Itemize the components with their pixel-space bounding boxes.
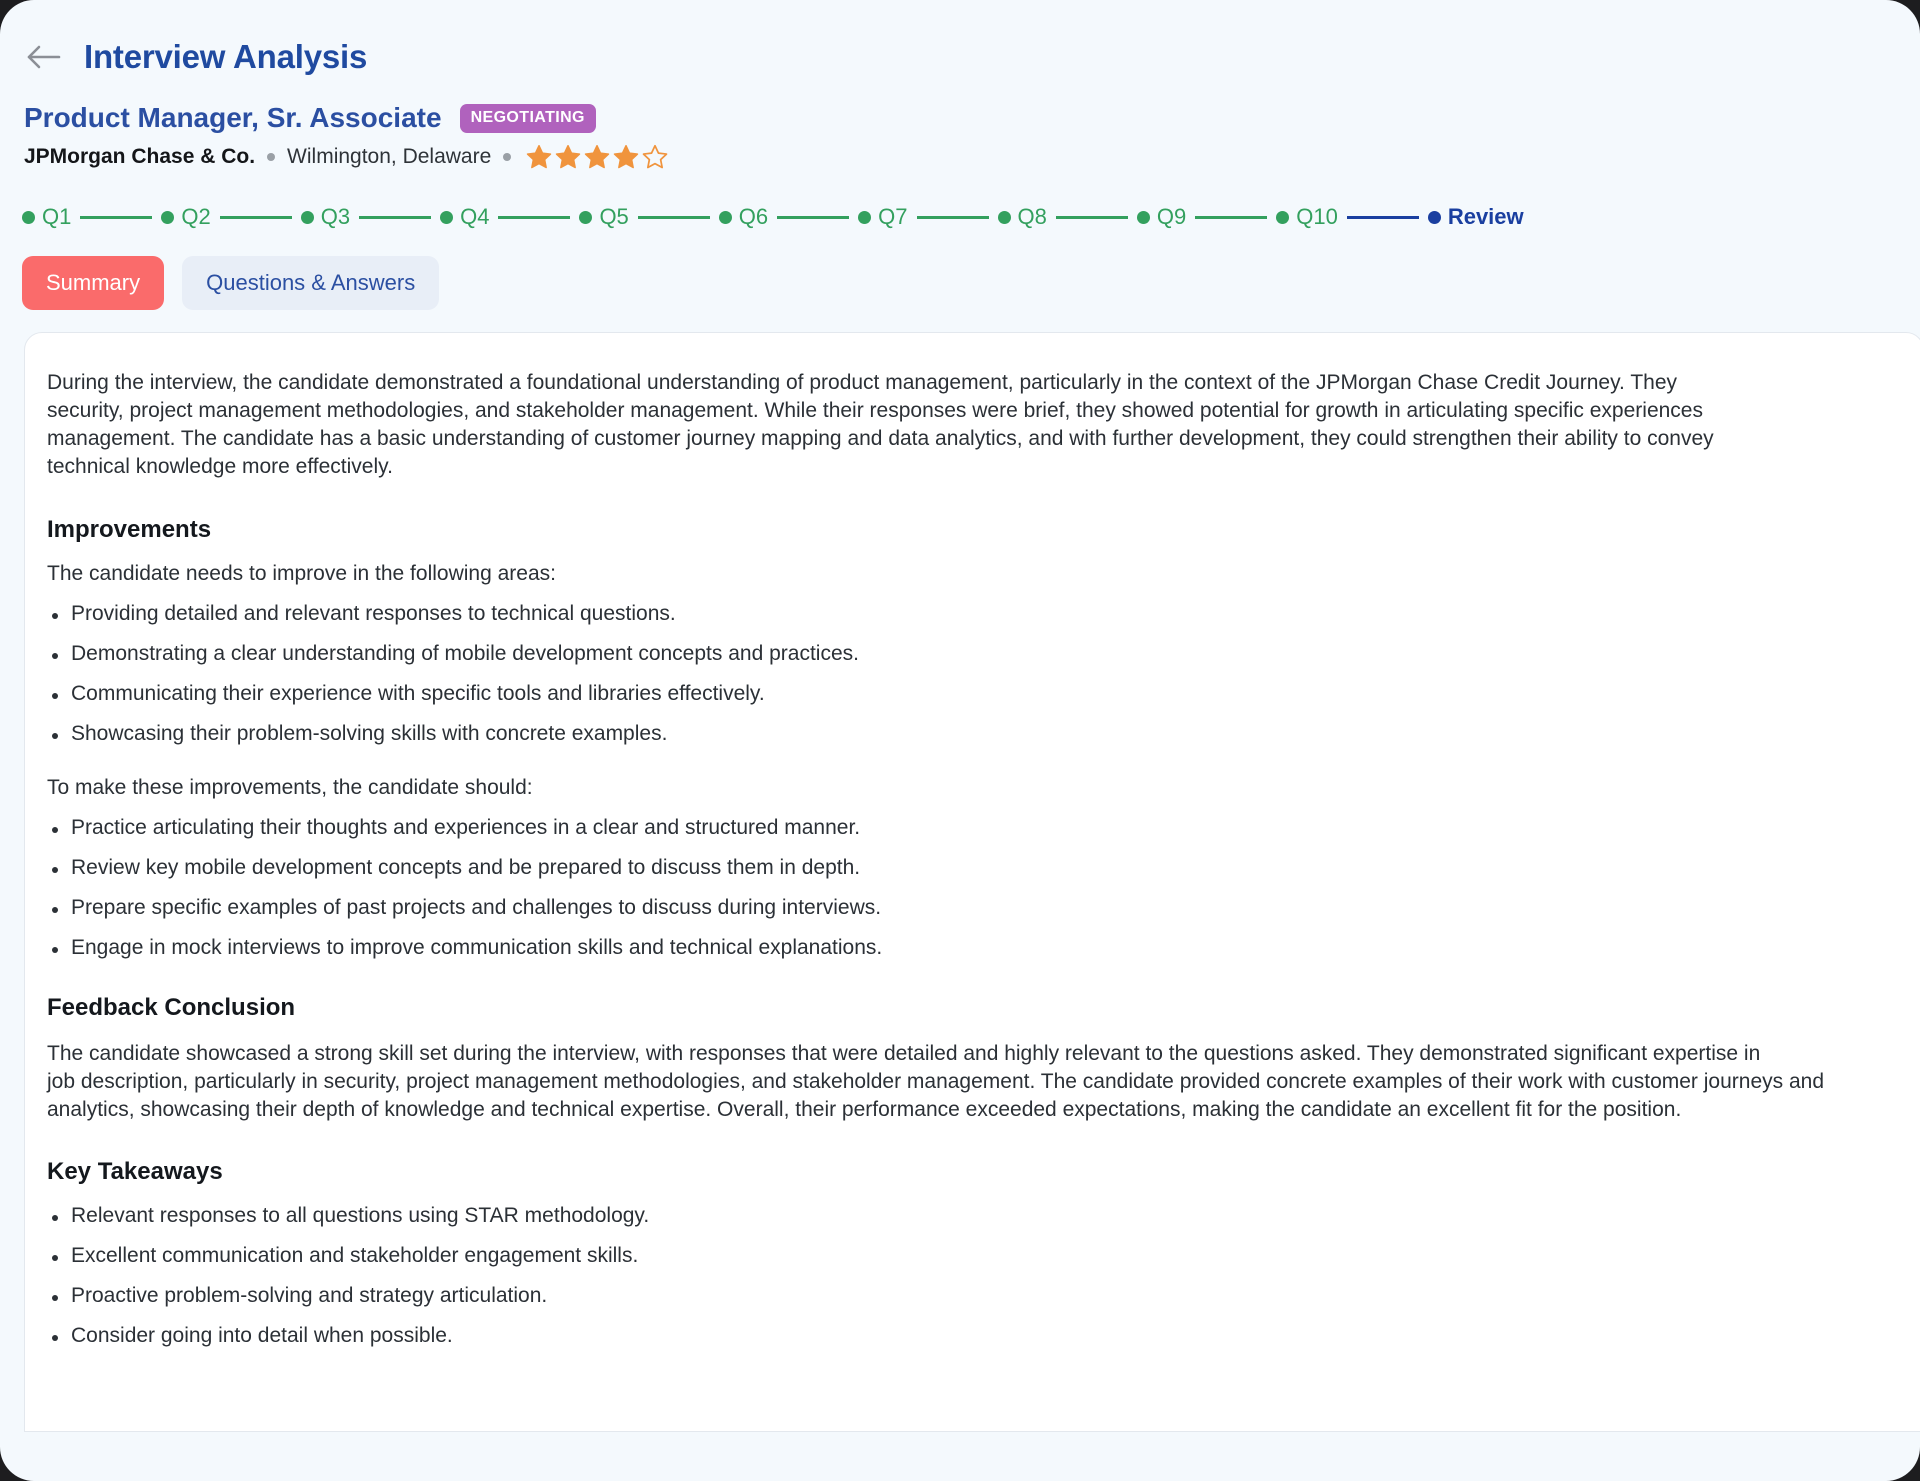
list-item: Providing detailed and relevant response… [49, 602, 1920, 626]
star-filled-icon [614, 144, 639, 169]
step-label: Q2 [181, 204, 211, 229]
tab-summary[interactable]: Summary [22, 256, 165, 310]
star-outline-icon [642, 144, 668, 169]
stepper-connector [80, 215, 153, 219]
rating-stars [526, 144, 668, 170]
stepper-connector [359, 215, 432, 219]
paragraph-line: During the interview, the candidate demo… [47, 371, 1678, 394]
stepper-step-q8[interactable]: Q8 [997, 204, 1047, 230]
paragraph-line: security, project management methodologi… [47, 399, 1703, 423]
list-item: Practice articulating their thoughts and… [49, 816, 1920, 840]
conclusion-paragraph: The candidate showcased a strong skill s… [47, 1040, 1920, 1124]
stepper-connector [1346, 215, 1419, 219]
step-dot-icon [718, 210, 732, 224]
step-dot-icon [579, 210, 593, 224]
step-label: Review [1447, 204, 1524, 229]
step-dot-icon [1136, 210, 1150, 224]
star-filled-icon [556, 144, 581, 169]
step-dot-icon [22, 210, 35, 224]
takeaways-heading: Key Takeaways [47, 1157, 223, 1185]
list-item: Communicating their experience with spec… [49, 682, 1920, 706]
step-dot-icon [161, 210, 175, 224]
improvements-lead-2: To make these improvements, the candidat… [47, 775, 533, 799]
star-filled-icon [585, 144, 610, 169]
stepper-step-q7[interactable]: Q7 [858, 204, 908, 230]
list-item: Prepare specific examples of past projec… [49, 896, 1920, 920]
paragraph-line: The candidate showcased a strong skill s… [47, 1041, 1761, 1065]
page-title: Interview Analysis [84, 38, 368, 75]
page-header: Interview Analysis [0, 0, 1920, 86]
stepper-step-q2[interactable]: Q2 [161, 204, 211, 230]
step-label: Q5 [599, 204, 629, 229]
stepper-connector [219, 215, 292, 219]
improvement-actions-list: Practice articulating their thoughts and… [49, 816, 1920, 960]
stepper-step-q10[interactable]: Q10 [1276, 204, 1338, 230]
step-label: Q8 [1017, 204, 1047, 229]
stepper-connector [777, 215, 850, 219]
stepper-connector [637, 215, 710, 219]
step-label: Q6 [738, 204, 769, 229]
list-item: Showcasing their problem-solving skills … [49, 722, 1920, 746]
back-arrow-icon[interactable] [24, 37, 64, 77]
improvements-lead: The candidate needs to improve in the fo… [47, 561, 556, 585]
step-dot-icon [1276, 210, 1290, 224]
step-label: Q9 [1156, 204, 1187, 229]
step-label: Q4 [460, 204, 490, 229]
job-meta-row: JPMorgan Chase & Co. Wilmington, Delawar… [24, 144, 1920, 170]
stepper-connector [916, 215, 989, 219]
step-label: Q1 [42, 204, 72, 229]
list-item: Proactive problem-solving and strategy a… [49, 1284, 1920, 1308]
step-dot-icon [858, 210, 872, 224]
summary-content-card: During the interview, the candidate demo… [24, 332, 1920, 1432]
job-title: Product Manager, Sr. Associate [24, 102, 442, 133]
stepper-step-q5[interactable]: Q5 [579, 204, 629, 230]
separator-dot-icon [503, 153, 512, 161]
tab-questions-answers[interactable]: Questions & Answers [182, 256, 440, 310]
list-item: Consider going into detail when possible… [49, 1324, 1920, 1348]
stepper-step-q3[interactable]: Q3 [300, 204, 351, 230]
stepper-step-q4[interactable]: Q4 [440, 204, 489, 230]
list-item: Relevant responses to all questions usin… [49, 1204, 1920, 1228]
step-label: Q7 [878, 204, 908, 229]
job-header: Product Manager, Sr. Associate NEGOTIATI… [0, 86, 1920, 170]
separator-dot-icon [267, 153, 276, 161]
improvements-list: Providing detailed and relevant response… [49, 602, 1920, 746]
stepper-step-q9[interactable]: Q9 [1136, 204, 1187, 230]
paragraph-line: management. The candidate has a basic un… [47, 427, 1714, 451]
stepper-step-q6[interactable]: Q6 [718, 204, 769, 230]
stepper-step-review[interactable]: Review [1427, 204, 1524, 230]
step-dot-icon [997, 210, 1011, 224]
conclusion-heading: Feedback Conclusion [47, 993, 296, 1021]
view-tabs: Summary Questions & Answers [0, 230, 1920, 310]
paragraph-line: technical knowledge more effectively. [47, 455, 393, 479]
paragraph-line: analytics, showcasing their depth of kno… [47, 1097, 1682, 1121]
stepper-step-q1[interactable]: Q1 [22, 204, 71, 230]
step-label: Q3 [320, 204, 351, 229]
improvements-heading: Improvements [47, 515, 212, 543]
job-location: Wilmington, Delaware [287, 145, 492, 168]
step-dot-icon [300, 210, 314, 224]
list-item: Engage in mock interviews to improve com… [49, 936, 1920, 960]
key-takeaways-list: Relevant responses to all questions usin… [49, 1204, 1920, 1348]
stepper-connector [1195, 215, 1268, 219]
list-item: Demonstrating a clear understanding of m… [49, 642, 1920, 666]
summary-intro-paragraph: During the interview, the candidate demo… [47, 369, 1920, 482]
paragraph-line: job description, particularly in securit… [47, 1069, 1825, 1093]
stepper-connector [1055, 215, 1128, 219]
step-dot-icon [440, 210, 454, 224]
list-item: Review key mobile development concepts a… [49, 856, 1920, 880]
step-label: Q10 [1296, 204, 1338, 229]
job-title-row: Product Manager, Sr. Associate NEGOTIATI… [24, 102, 1920, 134]
list-item: Excellent communication and stakeholder … [49, 1244, 1920, 1268]
company-name: JPMorgan Chase & Co. [24, 145, 256, 168]
status-badge: NEGOTIATING [459, 103, 596, 133]
step-dot-icon [1427, 210, 1441, 224]
star-filled-icon [527, 144, 552, 169]
stepper-connector [498, 215, 571, 219]
app-window: Interview Analysis Product Manager, Sr. … [0, 0, 1920, 1481]
question-progress-stepper: Q1 Q2 Q3 Q4 Q5 Q6 Q7 Q8 Q9 Q10 Review [0, 170, 1920, 230]
